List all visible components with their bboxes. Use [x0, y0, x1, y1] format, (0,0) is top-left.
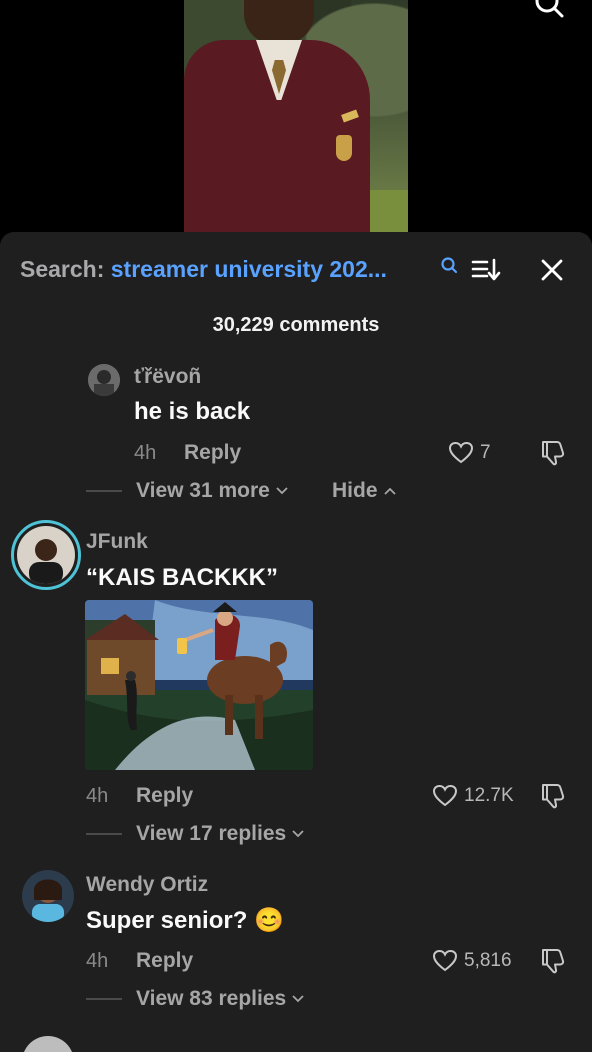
comment-author[interactable]: Wendy Ortiz	[86, 873, 208, 897]
avatar-image	[17, 526, 75, 584]
paul-revere-ride-image	[85, 600, 313, 770]
chevron-down-icon	[292, 995, 304, 1003]
dislike-icon[interactable]	[538, 438, 568, 468]
comment-time: 4h	[134, 442, 157, 464]
comment-text: “KAIS BACKKK”	[86, 564, 278, 591]
thread-line	[86, 490, 122, 492]
search-query[interactable]: streamer university 202...	[111, 256, 387, 282]
like-button[interactable]: 12.7K	[432, 784, 514, 808]
dislike-icon[interactable]	[538, 781, 568, 811]
reply-button[interactable]: Reply	[136, 949, 193, 973]
search-label[interactable]: Search: streamer university 202...	[20, 256, 387, 283]
reply-button[interactable]: Reply	[136, 784, 193, 808]
comment-author[interactable]: ťřëvoñ	[134, 365, 201, 389]
dislike-icon[interactable]	[538, 946, 568, 976]
avatar-image	[88, 364, 120, 396]
view-more-replies[interactable]: View 17 replies	[86, 822, 304, 846]
video-player[interactable]	[0, 0, 592, 250]
search-icon[interactable]	[440, 256, 460, 276]
like-count: 12.7K	[464, 785, 514, 806]
comment-count: 30,229 comments	[212, 314, 380, 336]
close-icon[interactable]	[538, 256, 566, 284]
thread-line	[86, 833, 122, 835]
comment-text: he is back	[134, 398, 251, 425]
view-more-label: View 31 more	[136, 479, 270, 502]
like-button[interactable]: 5,816	[432, 949, 512, 973]
sort-icon[interactable]	[470, 257, 502, 283]
avatar[interactable]	[22, 1036, 74, 1052]
comment-gif-image[interactable]	[85, 600, 313, 770]
heart-icon	[448, 441, 474, 464]
comment-time: 4h	[86, 950, 109, 972]
heart-icon	[432, 949, 458, 972]
avatar[interactable]	[11, 520, 81, 590]
search-icon[interactable]	[534, 0, 564, 18]
thread-line	[86, 998, 122, 1000]
avatar[interactable]	[22, 870, 74, 922]
heart-icon	[432, 784, 458, 807]
avatar-image	[22, 870, 74, 922]
like-count: 5,816	[464, 950, 512, 971]
comments-sheet: Search: streamer university 202... 30,22…	[0, 232, 592, 1052]
reply-button[interactable]: Reply	[184, 441, 241, 465]
chevron-up-icon	[383, 487, 396, 495]
avatar[interactable]	[88, 364, 120, 396]
search-prefix: Search:	[20, 256, 111, 282]
view-more-label: View 17 replies	[136, 822, 287, 845]
person-crest	[336, 135, 352, 161]
hide-label: Hide	[332, 479, 378, 502]
video-frame	[184, 0, 408, 250]
comments-header: Search: streamer university 202...	[0, 232, 592, 308]
hide-replies[interactable]: Hide	[332, 479, 396, 503]
view-more-replies[interactable]: View 31 more	[86, 479, 288, 503]
comment-time: 4h	[86, 785, 109, 807]
view-more-label: View 83 replies	[136, 987, 287, 1010]
like-button[interactable]: 7	[448, 441, 491, 465]
comment-text: Super senior? 😊	[86, 907, 284, 934]
comment-author[interactable]: JFunk	[86, 530, 148, 554]
chevron-down-icon	[276, 487, 288, 495]
chevron-down-icon	[292, 830, 304, 838]
like-count: 7	[480, 442, 491, 463]
view-more-replies[interactable]: View 83 replies	[86, 987, 304, 1011]
